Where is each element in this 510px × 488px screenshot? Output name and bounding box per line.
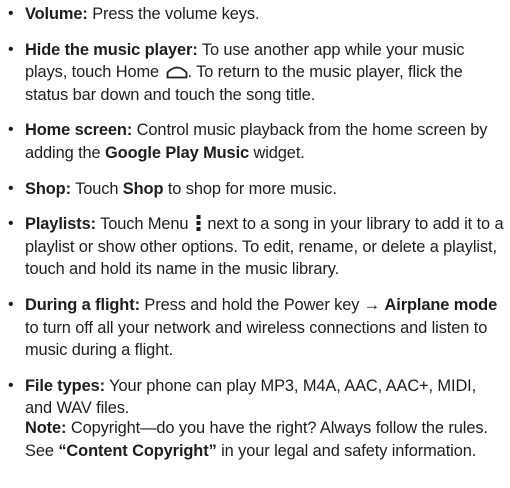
item-text: Press the volume keys. xyxy=(87,5,260,23)
item-text: Press and hold the Power key → xyxy=(139,295,385,314)
bullet: • xyxy=(8,5,14,22)
list-item-hide-music-player: • Hide the music player: To use another … xyxy=(8,39,506,107)
menu-icon xyxy=(196,215,201,232)
item-text: Touch xyxy=(70,179,123,198)
bullet: • xyxy=(8,215,14,233)
list-item-during-flight: • During a flight: Press and hold the Po… xyxy=(8,294,506,362)
item-label: During a flight: xyxy=(25,295,140,314)
list-item-shop: • Shop: Touch Shop to shop for more musi… xyxy=(8,178,506,201)
list-item-home-screen: • Home screen: Control music playback fr… xyxy=(8,119,506,164)
item-label: Home screen: xyxy=(25,121,133,140)
note-text: in your legal and safety information. xyxy=(216,441,477,460)
item-label: Volume: xyxy=(25,5,88,23)
bullet: • xyxy=(8,376,14,394)
item-text: Touch Menu xyxy=(95,215,193,234)
item-text: widget. xyxy=(249,143,305,162)
item-label: Hide the music player: xyxy=(25,40,198,59)
item-bold-text: Airplane mode xyxy=(384,295,498,314)
item-text: to shop for more music. xyxy=(163,179,337,198)
item-text: to turn off all your network and wireles… xyxy=(25,318,488,360)
note-label: Note: xyxy=(25,419,67,437)
bullet: • xyxy=(8,40,14,58)
copyright-note: Note: Copyright—do you have the right? A… xyxy=(25,417,505,462)
home-icon xyxy=(166,66,187,79)
item-label: Shop: xyxy=(25,179,71,198)
list-item-file-types: • File types: Your phone can play MP3, M… xyxy=(8,375,506,420)
item-bold-text: Shop xyxy=(122,179,164,198)
manual-page: • Volume: Press the volume keys. • Hide … xyxy=(0,0,510,488)
list-item-playlists: • Playlists: Touch Menu next to a song i… xyxy=(8,213,506,281)
bullet: • xyxy=(8,121,14,139)
item-bold-text: Google Play Music xyxy=(105,143,250,162)
list-item-volume: • Volume: Press the volume keys. xyxy=(8,3,506,26)
bullet: • xyxy=(8,295,14,313)
item-label: File types: xyxy=(25,376,105,395)
music-tips-list: • Volume: Press the volume keys. • Hide … xyxy=(8,3,506,433)
note-bold-text: “Content Copyright” xyxy=(58,441,217,460)
bullet: • xyxy=(8,179,14,197)
item-label: Playlists: xyxy=(25,215,96,234)
